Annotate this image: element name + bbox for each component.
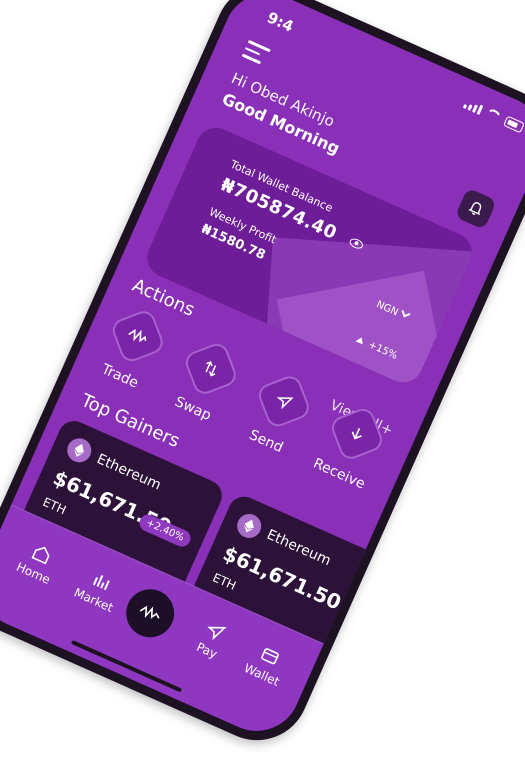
trade-label: Trade [99, 361, 141, 392]
nav-item-home[interactable]: Home [3, 533, 73, 592]
signal-icon [463, 98, 484, 115]
wifi-icon [483, 106, 503, 124]
home-icon [31, 546, 50, 565]
nav-pay-label: Pay [194, 639, 220, 662]
send-icon [276, 397, 294, 410]
battery-icon [502, 115, 525, 134]
send-label: Send [246, 427, 286, 456]
status-time: 9:4 [264, 8, 297, 36]
home-indicator [70, 639, 183, 693]
status-icons [463, 98, 525, 134]
app-screen: 9:4 Hi Obed Akinjo Good Morning Total Wa… [0, 0, 525, 745]
receive-label: Receive [310, 455, 368, 493]
arrow-down-icon [351, 428, 362, 440]
coin-symbol: ETH [40, 494, 69, 518]
wallet-icon [261, 648, 279, 665]
ethereum-icon [63, 434, 96, 467]
swap-label: Swap [172, 393, 214, 424]
nav-item-market[interactable]: Market [63, 560, 133, 619]
arrow-up-icon [355, 335, 366, 345]
coin-symbol: ETH [210, 570, 239, 593]
phone-frame: 9:4 Hi Obed Akinjo Good Morning Total Wa… [0, 0, 525, 757]
send-icon [207, 626, 227, 641]
chart-bars-icon [92, 575, 110, 591]
swap-icon [205, 361, 217, 377]
notification-bell-icon[interactable] [454, 187, 497, 230]
trade-icon [139, 605, 160, 619]
menu-icon[interactable] [240, 39, 271, 70]
ethereum-icon [233, 510, 266, 542]
trade-icon [128, 329, 147, 343]
nav-item-wallet[interactable]: Wallet [231, 634, 301, 693]
